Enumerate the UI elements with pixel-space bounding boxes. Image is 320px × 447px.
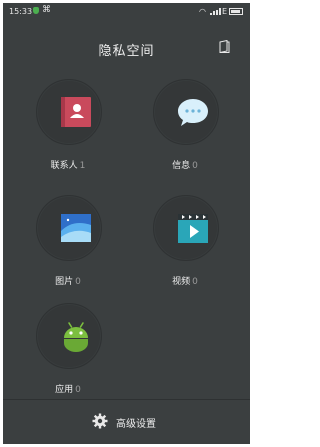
contacts-icon [61, 97, 91, 127]
usb-icon: ⌘ [42, 5, 51, 15]
apps-button[interactable] [36, 303, 102, 369]
gear-icon [92, 413, 108, 429]
privacy-space-screen: 15:33 ⌘ ◠ E 隐私空间 联系人 1 信息 0 图片 0 视频 0 应用… [3, 3, 250, 444]
videos-button[interactable] [153, 195, 219, 261]
network-type: E [222, 7, 228, 16]
videos-label: 视频 0 [172, 277, 198, 287]
message-icon [178, 99, 208, 126]
signal-icon [210, 8, 221, 15]
contacts-item[interactable]: 联系人 1 [28, 79, 108, 179]
apps-count: 0 [75, 385, 81, 395]
pictures-label: 图片 0 [55, 277, 81, 287]
status-time: 15:33 [9, 7, 33, 16]
android-icon [64, 322, 88, 352]
videos-count: 0 [192, 277, 198, 287]
pictures-count: 0 [75, 277, 81, 287]
messages-label: 信息 0 [172, 161, 198, 171]
advanced-settings-button[interactable]: 高级设置 [3, 400, 250, 444]
notebook-icon[interactable] [219, 40, 230, 53]
messages-count: 0 [192, 161, 198, 171]
pictures-button[interactable] [36, 195, 102, 261]
contacts-label: 联系人 1 [50, 161, 86, 171]
messages-item[interactable]: 信息 0 [145, 79, 225, 179]
videos-item[interactable]: 视频 0 [145, 195, 225, 295]
messages-button[interactable] [153, 79, 219, 145]
shield-icon [33, 7, 39, 14]
contacts-count: 1 [79, 161, 86, 171]
picture-icon [61, 214, 91, 242]
status-bar: 15:33 ⌘ ◠ E [3, 3, 250, 19]
video-icon [178, 214, 208, 243]
contacts-button[interactable] [36, 79, 102, 145]
pictures-item[interactable]: 图片 0 [28, 195, 108, 295]
wifi-icon: ◠ [199, 7, 206, 16]
page-title: 隐私空间 [98, 44, 155, 59]
apps-item[interactable]: 应用 0 [28, 303, 108, 403]
battery-icon [229, 8, 243, 15]
advanced-settings-label: 高级设置 [116, 419, 156, 430]
apps-label: 应用 0 [55, 385, 81, 395]
